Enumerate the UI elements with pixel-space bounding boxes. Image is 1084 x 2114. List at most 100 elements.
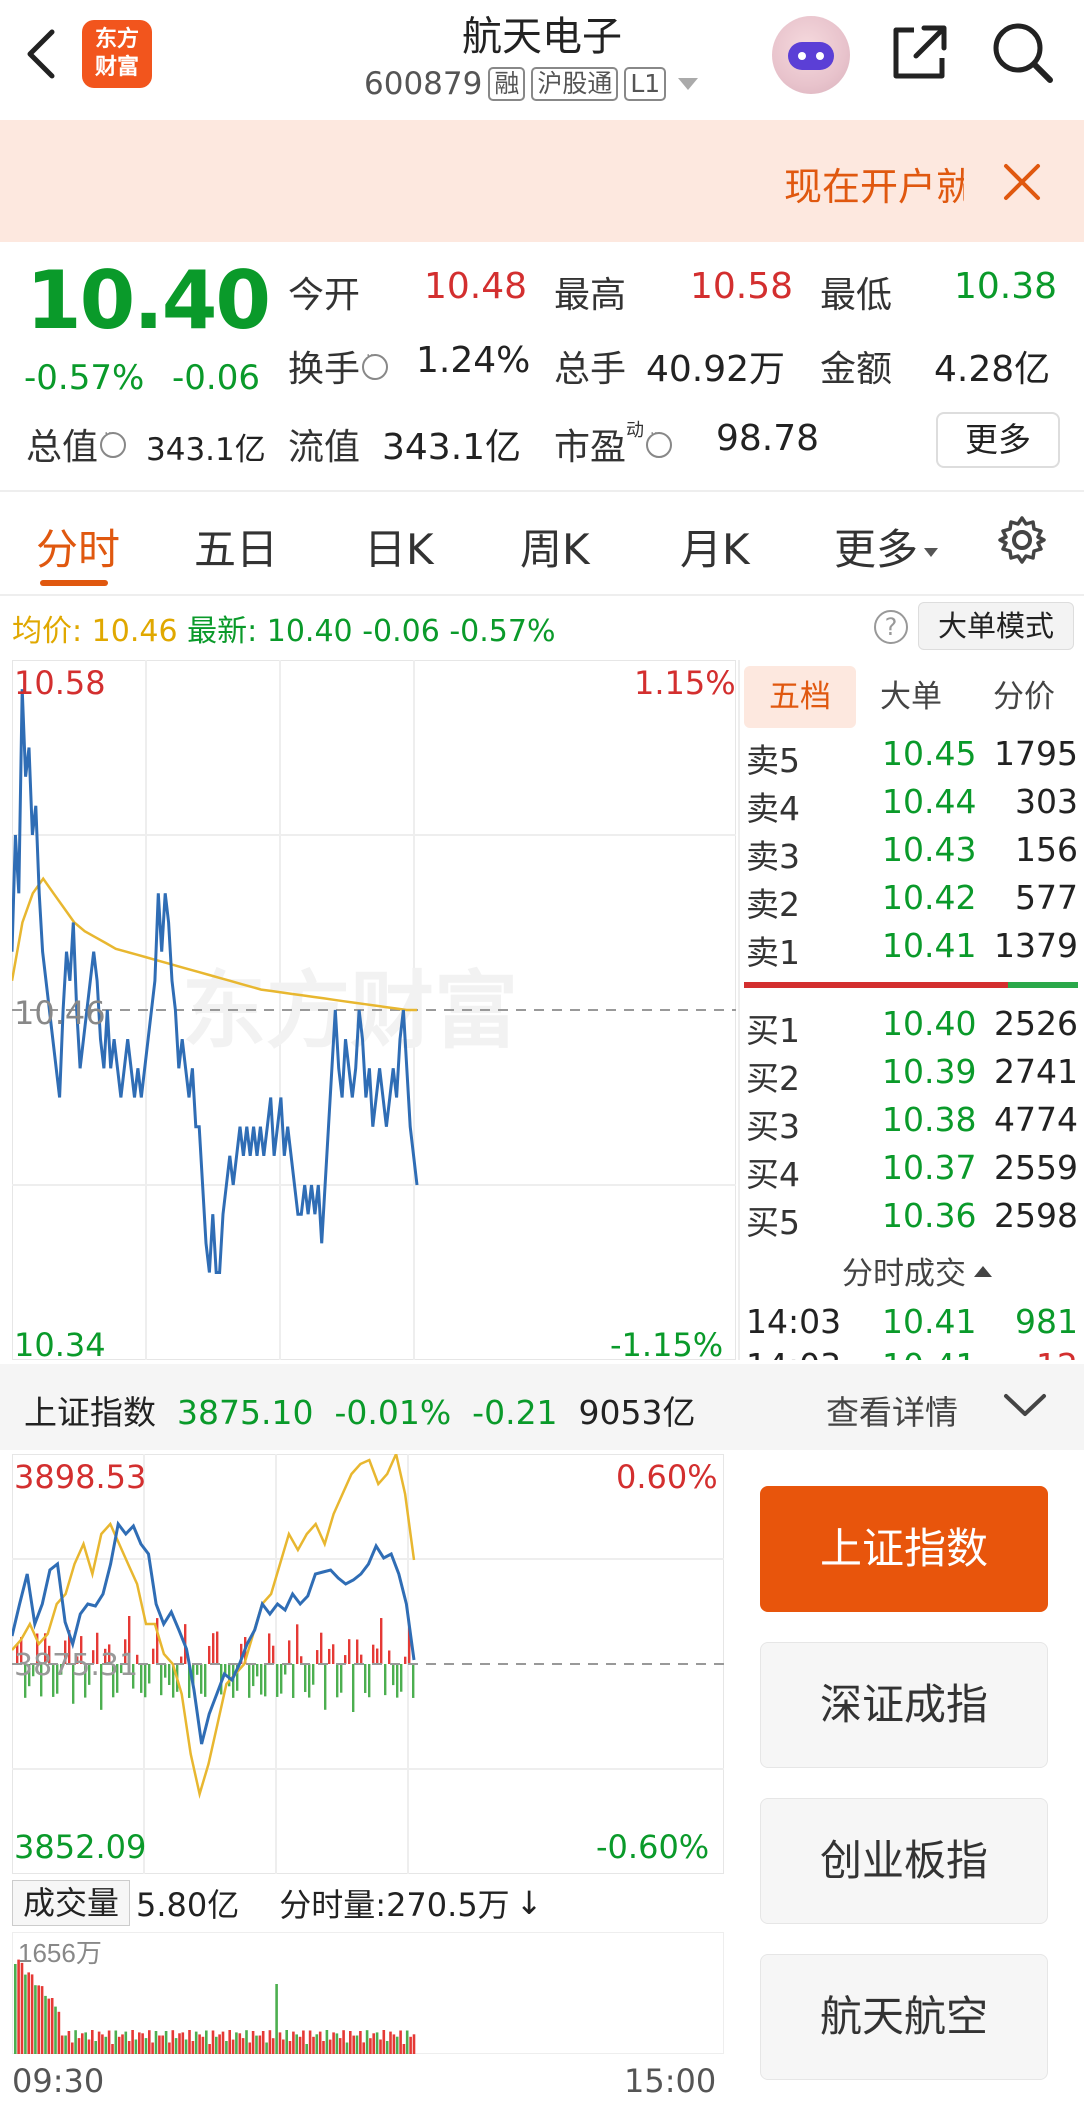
info-icon[interactable]	[646, 426, 673, 458]
volume-bar	[248, 2042, 252, 2054]
volume-bar	[338, 2038, 342, 2054]
bid-row[interactable]: 买4 10.37 2559	[746, 1148, 1078, 1196]
volume-bar	[369, 2038, 372, 2054]
ask-label: 卖5	[746, 741, 800, 780]
bid-row[interactable]: 买2 10.39 2741	[746, 1052, 1078, 1100]
index-percent: -0.01%	[334, 1393, 452, 1432]
volume-bar	[251, 2031, 255, 2054]
volume-bar	[27, 1972, 30, 2054]
volume-bar	[77, 2038, 81, 2054]
volume-bar	[211, 2030, 215, 2054]
ask-volume: 1795	[994, 734, 1078, 773]
ask-row[interactable]: 卖3 10.43 156	[746, 830, 1078, 878]
index-amount: 9053亿	[578, 1393, 696, 1432]
info-icon[interactable]	[362, 348, 389, 380]
tab-more-label: 更多	[834, 525, 919, 574]
search-icon[interactable]	[990, 20, 1056, 86]
ask-row[interactable]: 卖2 10.42 577	[746, 878, 1078, 926]
down-bar	[324, 1664, 327, 1710]
index-button-shanghai[interactable]: 上证指数	[760, 1486, 1048, 1612]
index-button-aerospace[interactable]: 航天航空	[760, 1954, 1048, 2080]
pe-label-text: 市盈	[554, 427, 627, 468]
volume-bar	[218, 2034, 221, 2054]
tab-monthly-k[interactable]: 月K	[680, 516, 750, 577]
turnover-label[interactable]: 换手	[288, 340, 389, 392]
index-pct-top-label: 0.60%	[616, 1458, 718, 1496]
ask-row[interactable]: 卖5 10.45 1795	[746, 734, 1078, 782]
chevron-down-icon[interactable]	[1000, 1384, 1050, 1428]
volume-bar	[158, 2035, 161, 2054]
view-details-link[interactable]: 查看详情	[826, 1386, 958, 1434]
divider	[738, 660, 740, 1360]
close-icon[interactable]	[1000, 160, 1044, 204]
bid-row[interactable]: 买5 10.36 2598	[746, 1196, 1078, 1244]
tag-margin: 融	[488, 67, 526, 101]
more-button[interactable]: 更多	[936, 412, 1060, 468]
trade-row: 14:03 10.41 981	[746, 1302, 1078, 1346]
ask-row[interactable]: 卖1 10.41 1379	[746, 926, 1078, 974]
volume-bar	[20, 1962, 24, 2054]
volume-bar	[184, 2039, 188, 2054]
up-bar	[288, 1640, 291, 1664]
share-icon[interactable]	[888, 22, 950, 84]
volume-bar	[392, 2034, 396, 2054]
down-bar	[204, 1664, 207, 1697]
tab-more[interactable]: 更多	[834, 516, 939, 577]
intraday-price-chart[interactable]: 东方财富	[12, 660, 736, 1360]
help-icon[interactable]: ?	[874, 610, 908, 644]
down-bar	[140, 1664, 143, 1693]
volume-bar	[375, 2032, 379, 2054]
caret-down-icon[interactable]	[678, 78, 699, 90]
bid-label: 买1	[746, 1011, 800, 1050]
volume-bar	[40, 1986, 44, 2054]
volume-bar	[198, 2034, 201, 2054]
index-summary-bar[interactable]: 上证指数 3875.10 -0.01% -0.21 9053亿 查看详情	[0, 1364, 1084, 1450]
bid-row[interactable]: 买1 10.40 2526	[746, 1004, 1078, 1052]
tag-connect: 沪股通	[531, 67, 619, 101]
bid-row[interactable]: 买3 10.38 4774	[746, 1100, 1078, 1148]
market-cap-label[interactable]: 总值	[26, 418, 127, 470]
ask-volume: 1379	[994, 926, 1078, 965]
tab-intraday[interactable]: 分时	[36, 516, 120, 577]
index-name: 上证指数	[24, 1393, 156, 1432]
volume-bar	[37, 1985, 40, 2054]
volume-bar	[111, 2044, 114, 2054]
promo-banner[interactable]: 现在开户就	[0, 120, 1084, 242]
trade-row-clip: 14:03 10.41 12	[746, 1346, 1078, 1360]
ask-price: 10.44	[882, 782, 977, 821]
volume-label[interactable]: 成交量	[12, 1880, 131, 1926]
volume-bar	[161, 2035, 164, 2054]
down-bar	[160, 1664, 163, 1696]
pe-dynamic-sup: 动	[626, 420, 645, 441]
ask-row[interactable]: 卖4 10.44 303	[746, 782, 1078, 830]
down-bar	[164, 1664, 167, 1678]
volume-info-row: 成交量 5.80亿 分时量:270.5万 ↓	[12, 1880, 543, 1926]
index-button-chinext[interactable]: 创业板指	[760, 1798, 1048, 1924]
open-value: 10.48	[424, 266, 528, 307]
bid-price: 10.36	[882, 1196, 977, 1235]
gear-icon[interactable]	[996, 514, 1048, 566]
up-bar	[404, 1656, 407, 1664]
volume-bar	[107, 2030, 111, 2054]
down-bar	[196, 1664, 199, 1675]
tab-daily-k[interactable]: 日K	[364, 516, 434, 577]
tab-price-distribution[interactable]: 分价	[970, 666, 1078, 728]
index-button-shenzhen[interactable]: 深证成指	[760, 1642, 1048, 1768]
tab-weekly-k[interactable]: 周K	[520, 516, 590, 577]
info-icon[interactable]	[100, 426, 127, 458]
trades-header[interactable]: 分时成交	[842, 1248, 992, 1293]
robot-assistant-icon[interactable]	[772, 16, 850, 94]
bid-label: 买5	[746, 1203, 800, 1242]
stock-code-row[interactable]: 600879 融 沪股通 L1	[364, 66, 699, 102]
tab-big-orders[interactable]: 大单	[860, 666, 962, 728]
tab-five-day[interactable]: 五日	[194, 516, 278, 577]
time-axis-end: 15:00	[624, 2062, 717, 2100]
tab-five-levels[interactable]: 五档	[744, 666, 856, 728]
pe-label[interactable]: 市盈动	[554, 418, 673, 470]
volume-bar	[245, 2030, 248, 2054]
volume-bar	[261, 2031, 265, 2054]
volume-bar	[194, 2031, 198, 2054]
period-volume: 分时量:270.5万	[279, 1886, 510, 1924]
big-order-mode-button[interactable]: 大单模式	[918, 602, 1074, 650]
up-bar	[272, 1645, 275, 1664]
